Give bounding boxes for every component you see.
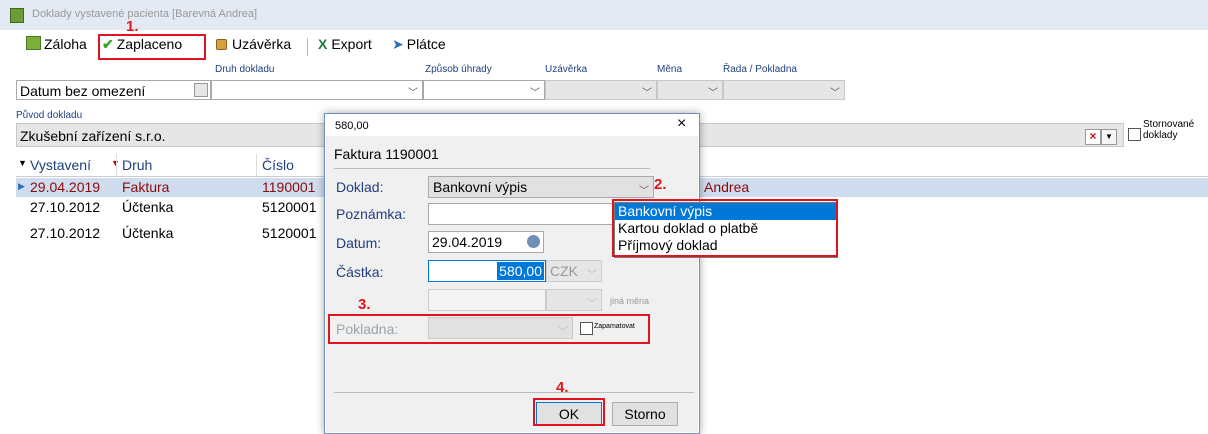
calendar-icon[interactable] — [194, 83, 208, 97]
stornovane-label: Stornované doklady — [1143, 119, 1195, 141]
puvod-dropdown-icon[interactable]: ▼ — [1101, 129, 1117, 145]
row-number: 1190001 — [262, 179, 316, 195]
step1-number: 1. — [126, 18, 139, 35]
row-date: 29.04.2019 — [30, 179, 101, 195]
step3-highlight — [328, 314, 650, 344]
window-title: Doklady vystavené pacienta [Barevná Andr… — [32, 8, 258, 20]
step4-number: 4. — [556, 379, 569, 396]
chevron-down-icon: ﹀ — [830, 88, 840, 99]
toolbar-separator — [307, 38, 308, 56]
zpusob-select[interactable]: ﹀ — [423, 80, 545, 100]
column-cislo[interactable]: Číslo — [262, 157, 294, 173]
druh-select[interactable]: ﹀ — [211, 80, 423, 100]
step2-highlight — [612, 199, 838, 257]
clear-icon[interactable]: × — [1085, 129, 1101, 145]
dialog-body: Faktura 1190001 Doklad: Bankovní výpis ﹀… — [326, 136, 698, 432]
step3-number: 3. — [358, 296, 371, 313]
zpusob-label: Způsob úhrady — [425, 64, 492, 75]
chevron-down-icon: ﹀ — [587, 270, 597, 281]
chevron-down-icon: ﹀ — [530, 88, 540, 99]
payment-dialog: 580,00 × Faktura 1190001 Doklad: Bankovn… — [324, 113, 700, 434]
dialog-heading: Faktura 1190001 — [334, 146, 439, 162]
row-number: 5120001 — [262, 199, 317, 215]
poznamka-input[interactable] — [428, 203, 613, 225]
row-date: 27.10.2012 — [30, 199, 101, 215]
mena-label: Měna — [657, 64, 683, 75]
uzaverka-select[interactable]: ﹀ — [545, 80, 657, 100]
row-type: Faktura — [122, 179, 170, 195]
dialog-title: 580,00 — [335, 120, 369, 132]
puvod-label: Původ dokladu — [16, 110, 83, 121]
foreign-amount-input[interactable] — [428, 289, 546, 311]
currency-select[interactable]: CZK ﹀ — [546, 260, 602, 282]
uzaverka-label: Uzávěrka — [545, 64, 588, 75]
step1-highlight — [98, 34, 206, 60]
calendar-icon[interactable] — [527, 235, 540, 248]
step2-number: 2. — [654, 176, 667, 193]
app-icon — [10, 8, 24, 23]
row-patient: Andrea — [704, 179, 750, 195]
storno-button[interactable]: Storno — [612, 402, 678, 426]
castka-input[interactable]: 580,00 — [428, 260, 546, 282]
poznamka-label: Poznámka: — [336, 206, 407, 222]
column-divider — [116, 154, 117, 176]
row-date: 27.10.2012 — [30, 225, 101, 241]
title-bar: Doklady vystavené pacienta [Barevná Andr… — [0, 0, 1208, 30]
heading-rule — [334, 168, 650, 169]
export-button[interactable]: X Export — [318, 36, 372, 58]
row-pointer-icon: ▶ — [18, 181, 25, 191]
column-druh[interactable]: Druh — [122, 157, 152, 173]
jina-mena-label: jiná měna — [610, 296, 650, 306]
column-divider — [256, 154, 257, 176]
lock-icon — [216, 39, 227, 50]
doklad-label: Doklad: — [336, 179, 384, 195]
row-type: Účtenka — [122, 199, 174, 215]
datum-filter[interactable]: Datum bez omezení — [16, 80, 211, 100]
zaloha-button[interactable]: Záloha — [26, 36, 87, 58]
datum-input[interactable]: 29.04.2019 — [428, 231, 544, 253]
castka-label: Částka: — [336, 264, 384, 280]
chevron-down-icon: ﹀ — [639, 186, 649, 197]
excel-icon: X — [318, 36, 328, 52]
close-icon[interactable]: × — [677, 115, 686, 133]
druh-label: Druh dokladu — [215, 64, 275, 75]
datum-label: Datum: — [336, 235, 382, 251]
arrow-left-icon: ➤ — [392, 36, 404, 52]
stornovane-checkbox[interactable] — [1128, 128, 1141, 141]
chevron-down-icon: ﹀ — [708, 88, 718, 99]
rada-select[interactable]: ﹀ — [723, 80, 845, 100]
column-vystaveni[interactable]: Vystavení — [30, 157, 91, 173]
footer-rule — [334, 392, 694, 393]
rada-label: Řada / Pokladna — [723, 64, 797, 75]
doklad-select[interactable]: Bankovní výpis ﹀ — [428, 176, 654, 198]
foreign-currency-select[interactable]: ﹀ — [546, 289, 602, 311]
zaloha-icon — [26, 36, 41, 50]
chevron-down-icon: ﹀ — [642, 88, 652, 99]
chevron-down-icon: ﹀ — [408, 88, 418, 99]
chevron-down-icon: ﹀ — [587, 299, 597, 310]
mena-select[interactable]: ﹀ — [657, 80, 723, 100]
row-number: 5120001 — [262, 225, 317, 241]
row-type: Účtenka — [122, 225, 174, 241]
sort-desc-icon: ▼ — [18, 158, 27, 168]
uzaverka-button[interactable]: Uzávěrka — [216, 36, 291, 58]
platce-button[interactable]: ➤ Plátce — [392, 36, 446, 58]
step4-highlight — [533, 398, 605, 426]
